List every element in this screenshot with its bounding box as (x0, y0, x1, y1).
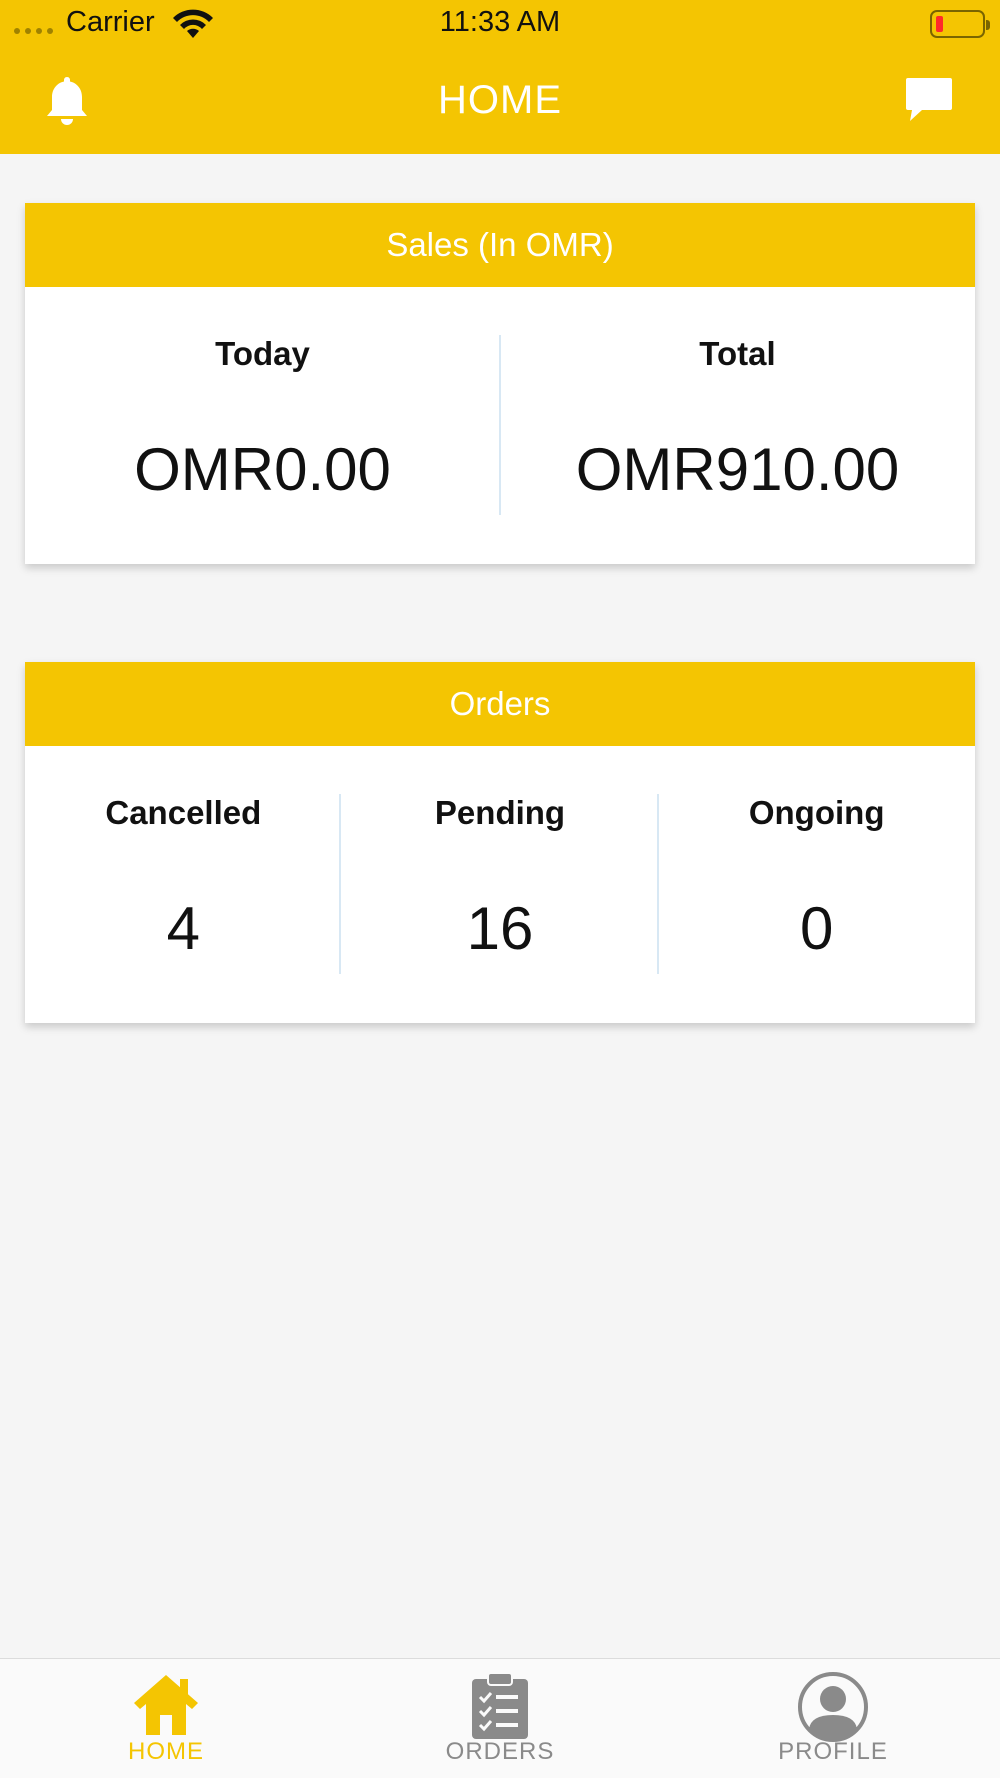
tab-home-label: HOME (128, 1738, 204, 1765)
clock: 11:33 AM (439, 6, 561, 38)
sales-card-body: Today OMR0.00 Total OMR910.00 (25, 287, 975, 564)
tab-bar: HOME ORDERS PROFILE (0, 1658, 1000, 1778)
sales-total-label: Total (699, 335, 776, 372)
tab-orders[interactable]: ORDERS (400, 1659, 600, 1778)
sales-card-title: Sales (In OMR) (25, 203, 975, 287)
orders-pending-label: Pending (434, 794, 566, 831)
home-icon (134, 1675, 198, 1735)
orders-cancelled: Cancelled 4 (25, 746, 342, 1023)
tab-profile[interactable]: PROFILE (733, 1659, 933, 1778)
user-icon (798, 1672, 868, 1742)
orders-card-title: Orders (25, 662, 975, 746)
page-title: HOME (438, 78, 562, 122)
top-header: Carrier 11:33 AM HOME (0, 0, 1000, 154)
battery-icon (930, 10, 990, 38)
nav-bar: HOME (0, 48, 1000, 154)
orders-card-body: Cancelled 4 Pending 16 Ongoing 0 (25, 746, 975, 1023)
clipboard-icon (472, 1672, 528, 1739)
tab-orders-label: ORDERS (445, 1738, 555, 1765)
orders-ongoing-label: Ongoing (748, 794, 885, 831)
sales-total: Total OMR910.00 (500, 287, 975, 564)
chat-icon[interactable] (904, 76, 954, 124)
sales-today-value: OMR0.00 (134, 436, 391, 503)
orders-pending: Pending 16 (342, 746, 659, 1023)
status-bar: Carrier 11:33 AM (0, 0, 1000, 48)
orders-ongoing: Ongoing 0 (658, 746, 975, 1023)
sales-total-value: OMR910.00 (575, 436, 900, 503)
orders-card: Orders Cancelled 4 Pending 16 Ongoing 0 (25, 662, 975, 1023)
tab-profile-label: PROFILE (778, 1738, 888, 1765)
sales-today-label: Today (215, 335, 310, 372)
orders-ongoing-value: 0 (799, 895, 834, 962)
orders-cancelled-value: 4 (166, 895, 201, 962)
sales-today: Today OMR0.00 (25, 287, 500, 564)
orders-cancelled-label: Cancelled (105, 794, 262, 831)
orders-pending-value: 16 (466, 895, 534, 962)
sales-card: Sales (In OMR) Today OMR0.00 Total OMR91… (25, 203, 975, 564)
tab-home[interactable]: HOME (66, 1659, 266, 1778)
